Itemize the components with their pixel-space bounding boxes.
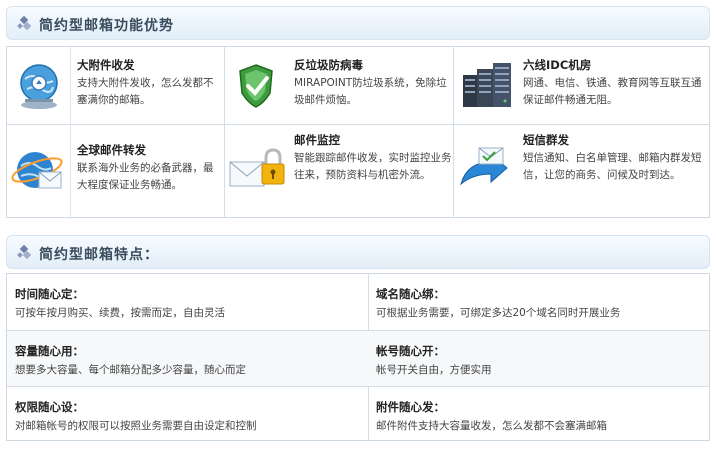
advantage-item-antispam: 反垃圾防病毒 MIRAPOINT防垃圾系统，免除垃圾邮件烦恼。: [224, 47, 453, 124]
advantage-desc: 支持大附件发收，怎么发都不塞满你的邮箱。: [77, 77, 214, 106]
advantage-desc: MIRAPOINT防垃圾系统，免除垃圾邮件烦恼。: [294, 77, 447, 106]
diamond-bullet-icon: [17, 245, 32, 260]
globe-upload-icon: [20, 64, 58, 109]
feature-title: 附件随心发：: [376, 400, 445, 414]
advantage-desc: 智能跟踪邮件收发，实时监控业务往来，预防资料与机密外流。: [294, 152, 452, 181]
mail-arrow-icon: [460, 147, 508, 186]
advantages-title: 简约型邮箱功能优势: [39, 18, 174, 34]
advantage-title: 短信群发: [523, 133, 569, 147]
globe-mail-icon: [11, 152, 63, 189]
feature-desc: 可按年按月购买、续费，按需而定，自由灵活: [15, 307, 225, 319]
shield-icon: [239, 64, 273, 108]
table-row: 时间随心定： 可按年按月购买、续费，按需而定，自由灵活 域名随心绑： 可根据业务…: [7, 274, 709, 330]
feature-item: 附件随心发： 邮件附件支持大容量收发，怎么发都不会塞满邮箱: [368, 387, 709, 440]
advantage-desc: 网通、电信、铁通、教育网等互联互通保证邮件畅通无阻。: [523, 77, 702, 106]
feature-item: 帐号随心开： 帐号开关自由，方便实用: [368, 331, 709, 387]
advantage-item-idc: 六线IDC机房 网通、电信、铁通、教育网等互联互通保证邮件畅通无阻。: [453, 47, 711, 124]
table-row: 容量随心用： 想要多大容量、每个邮箱分配多少容量，随心而定 帐号随心开： 帐号开…: [7, 331, 709, 387]
mail-lock-icon: [229, 148, 285, 187]
advantages-header: 简约型邮箱功能优势: [6, 6, 710, 40]
advantage-title: 大附件收发: [77, 58, 135, 72]
feature-desc: 帐号开关自由，方便实用: [376, 364, 492, 376]
feature-desc: 可根据业务需要，可绑定多达20个域名同时开展业务: [376, 307, 621, 319]
feature-item: 域名随心绑： 可根据业务需要，可绑定多达20个域名同时开展业务: [368, 274, 709, 330]
feature-title: 容量随心用：: [15, 344, 84, 358]
feature-title: 帐号随心开：: [376, 344, 445, 358]
feature-desc: 想要多大容量、每个邮箱分配多少容量，随心而定: [15, 364, 246, 376]
features-table: 时间随心定： 可按年按月购买、续费，按需而定，自由灵活 域名随心绑： 可根据业务…: [6, 273, 710, 441]
advantage-item-monitor: 邮件监控 智能跟踪邮件收发，实时监控业务往来，预防资料与机密外流。: [224, 124, 453, 219]
feature-item: 权限随心设： 对邮箱帐号的权限可以按照业务需要自由设定和控制: [7, 387, 368, 440]
advantage-desc: 联系海外业务的必备武器，最大程度保证业务畅通。: [77, 162, 214, 191]
advantage-title: 全球邮件转发: [77, 143, 146, 157]
advantages-grid: 大附件收发 支持大附件发收，怎么发都不塞满你的邮箱。 反垃圾防病毒 MIRAPO…: [6, 46, 711, 219]
advantage-title: 六线IDC机房: [523, 58, 592, 72]
feature-desc: 对邮箱帐号的权限可以按照业务需要自由设定和控制: [15, 420, 257, 432]
feature-item: 时间随心定： 可按年按月购买、续费，按需而定，自由灵活: [7, 274, 368, 330]
diamond-bullet-icon: [17, 16, 32, 31]
advantage-title: 邮件监控: [294, 133, 340, 147]
advantage-desc: 短信通知、白名单管理、邮箱内群发短信，让您的商务、问候及时到达。: [523, 152, 702, 181]
feature-item: 容量随心用： 想要多大容量、每个邮箱分配多少容量，随心而定: [7, 331, 368, 387]
features-header: 简约型邮箱特点：: [6, 235, 710, 269]
features-title: 简约型邮箱特点：: [39, 247, 159, 263]
advantage-title: 反垃圾防病毒: [294, 58, 363, 72]
advantage-item-large-attachment: 大附件收发 支持大附件发收，怎么发都不塞满你的邮箱。: [7, 47, 224, 124]
table-row: 权限随心设： 对邮箱帐号的权限可以按照业务需要自由设定和控制 附件随心发： 邮件…: [7, 387, 709, 440]
feature-desc: 邮件附件支持大容量收发，怎么发都不会塞满邮箱: [376, 420, 607, 432]
feature-title: 权限随心设：: [15, 400, 84, 414]
advantage-item-global-forward: 全球邮件转发 联系海外业务的必备武器，最大程度保证业务畅通。: [7, 124, 224, 219]
server-rack-icon: [463, 63, 511, 107]
feature-title: 时间随心定：: [15, 287, 84, 301]
advantage-item-sms: 短信群发 短信通知、白名单管理、邮箱内群发短信，让您的商务、问候及时到达。: [453, 124, 711, 219]
feature-title: 域名随心绑：: [376, 287, 445, 301]
